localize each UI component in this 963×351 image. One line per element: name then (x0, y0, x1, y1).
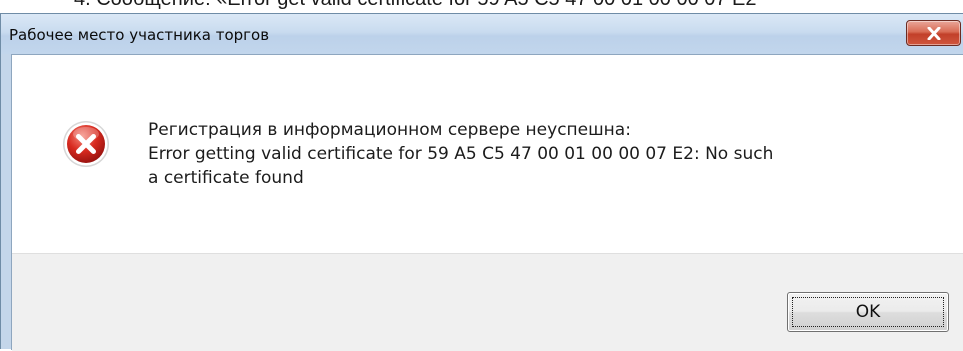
error-icon (63, 121, 109, 167)
dialog-footer: OK (12, 253, 963, 351)
message-line: Error getting valid certificate for 59 A… (148, 144, 774, 164)
dialog-titlebar[interactable]: Рабочее место участника торгов (1, 14, 963, 54)
message-area: Регистрация в информационном сервере неу… (12, 55, 963, 253)
close-button[interactable] (906, 20, 961, 46)
document-text-fragment: 4. Сообщение: «Error get valid certifica… (0, 0, 963, 14)
error-message: Регистрация в информационном сервере неу… (148, 118, 773, 190)
error-dialog: Рабочее место участника торгов Регистрац… (0, 13, 963, 351)
message-line: Регистрация в информационном сервере неу… (148, 120, 631, 140)
dialog-body: Регистрация в информационном сервере неу… (11, 54, 963, 351)
ok-button[interactable]: OK (787, 292, 949, 332)
document-text: 4. Сообщение: «Error get valid certifica… (74, 0, 757, 11)
message-line: a certificate found (148, 168, 304, 188)
close-icon (927, 27, 941, 40)
dialog-title: Рабочее место участника торгов (9, 26, 270, 44)
ok-button-label: OK (792, 297, 944, 327)
